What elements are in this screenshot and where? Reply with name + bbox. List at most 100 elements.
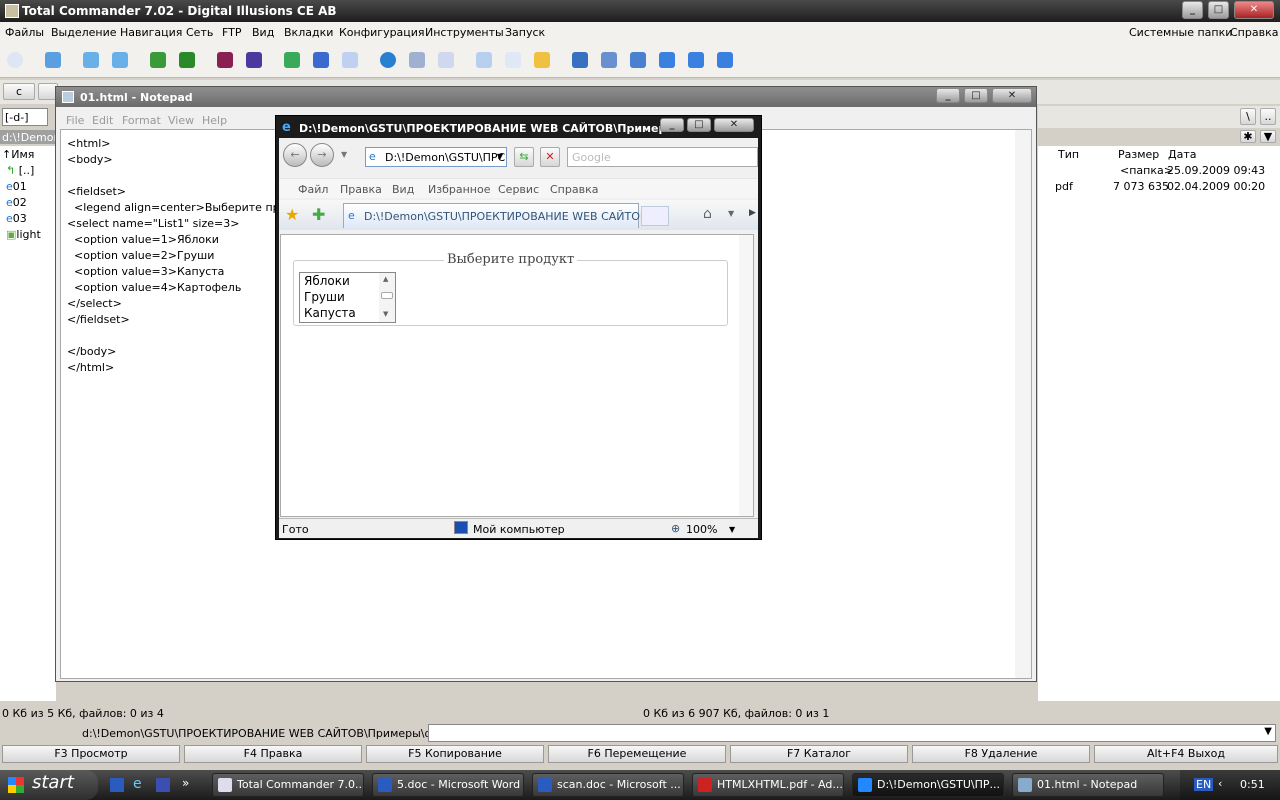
notepad-maximize-button[interactable]: □ <box>964 88 988 103</box>
task-ie[interactable]: D:\!Demon\GSTU\ПР... <box>852 773 1004 797</box>
bulb-icon[interactable] <box>7 52 23 68</box>
menu-run[interactable]: Запуск <box>505 26 545 39</box>
ie-menu-help[interactable]: Справка <box>550 183 598 196</box>
option-3[interactable]: Капуста <box>304 306 356 320</box>
file-item[interactable]: e01 <box>6 180 27 193</box>
col-size-header[interactable]: Размер <box>1118 148 1159 161</box>
menu-tools[interactable]: Инструменты <box>425 26 504 39</box>
up-button[interactable]: .. <box>1260 108 1276 125</box>
ftp-icon[interactable] <box>409 52 425 68</box>
ie-menu-edit[interactable]: Правка <box>340 183 382 196</box>
favorites-star-icon[interactable]: ★ <box>285 205 299 224</box>
menu-network[interactable]: Сеть <box>186 26 213 39</box>
f4-edit-button[interactable]: F4 Правка <box>184 745 362 763</box>
np-menu-edit[interactable]: Edit <box>92 114 113 127</box>
quicklaunch-save-icon[interactable] <box>156 778 170 792</box>
ie-close-button[interactable]: ✕ <box>714 118 754 132</box>
quicklaunch-ie-icon[interactable]: e <box>133 776 142 792</box>
np-menu-file[interactable]: File <box>66 114 84 127</box>
alt-f4-exit-button[interactable]: Alt+F4 Выход <box>1094 745 1278 763</box>
menu-system-folders[interactable]: Системные папки <box>1129 26 1232 39</box>
archive2-icon[interactable] <box>246 52 262 68</box>
scroll-thumb[interactable] <box>381 292 393 299</box>
menu-selection[interactable]: Выделение <box>51 26 117 39</box>
ie-menu-favorites[interactable]: Избранное <box>428 183 490 196</box>
ie-maximize-button[interactable]: □ <box>687 118 711 132</box>
ie-icon[interactable] <box>380 52 396 68</box>
tab-current[interactable]: e D:\!Demon\GSTU\ПРОЕКТИРОВАНИЕ WEB САЙТ… <box>343 203 662 228</box>
unpack-icon[interactable] <box>179 52 195 68</box>
back-button[interactable]: ← <box>283 143 307 167</box>
task-notepad[interactable]: 01.html - Notepad <box>1012 773 1164 797</box>
file-item[interactable]: ▣light <box>6 228 41 241</box>
quicklaunch-word-icon[interactable] <box>110 778 124 792</box>
panel4-icon[interactable] <box>659 52 675 68</box>
forward-button[interactable]: → <box>310 143 334 167</box>
ie-menu-file[interactable]: Файл <box>298 183 328 196</box>
col-name-header[interactable]: ↑Имя <box>2 148 34 161</box>
file-item[interactable]: ↰ [..] <box>6 164 34 177</box>
search-icon[interactable] <box>505 52 521 68</box>
zoom-text[interactable]: 100% <box>686 523 717 536</box>
stop-button[interactable]: ✕ <box>540 147 560 167</box>
refresh-icon[interactable] <box>45 52 61 68</box>
select-scrollbar[interactable]: ▲ ▼ <box>379 273 395 322</box>
archive-icon[interactable] <box>217 52 233 68</box>
history-dropdown-icon[interactable]: ▼ <box>341 150 347 159</box>
scroll-down-icon[interactable]: ▼ <box>383 310 388 318</box>
tray-expand-icon[interactable]: ‹ <box>1218 777 1222 790</box>
menu-help[interactable]: Справка <box>1230 26 1278 39</box>
quicklaunch-more-icon[interactable]: » <box>182 776 189 790</box>
dropdown-button[interactable]: ▼ <box>1260 130 1276 143</box>
np-menu-format[interactable]: Format <box>122 114 161 127</box>
ie-scrollbar[interactable] <box>739 235 753 516</box>
panel2-icon[interactable] <box>601 52 617 68</box>
task-pdf[interactable]: HTMLXHTML.pdf - Ad... <box>692 773 844 797</box>
zoom-dropdown-icon[interactable]: ▼ <box>729 525 735 534</box>
home-dropdown-icon[interactable]: ▼ <box>728 209 734 218</box>
list-icon[interactable] <box>438 52 454 68</box>
option-2[interactable]: Груши <box>304 290 345 304</box>
task-word-scan[interactable]: scan.doc - Microsoft ... <box>532 773 684 797</box>
panel1-icon[interactable] <box>572 52 588 68</box>
sort-icon[interactable] <box>313 52 329 68</box>
menu-ftp[interactable]: FTP <box>222 26 242 39</box>
ie-minimize-button[interactable]: _ <box>660 118 684 132</box>
np-menu-help[interactable]: Help <box>202 114 227 127</box>
notepad-scrollbar[interactable] <box>1015 130 1031 678</box>
address-bar[interactable]: e D:\!Demon\GSTU\ПРС ▼ <box>365 147 507 167</box>
drive-combo[interactable]: [-d-] <box>2 108 48 126</box>
start-button[interactable]: start <box>0 770 98 800</box>
new-tab-button[interactable] <box>641 206 669 226</box>
f7-mkdir-button[interactable]: F7 Каталог <box>730 745 908 763</box>
zoom-icon[interactable]: ⊕ <box>671 522 680 535</box>
file-item[interactable]: e02 <box>6 196 27 209</box>
f3-view-button[interactable]: F3 Просмотр <box>2 745 180 763</box>
star-button[interactable]: ✱ <box>1240 130 1256 143</box>
sync-icon[interactable] <box>284 52 300 68</box>
option-1[interactable]: Яблоки <box>304 274 350 288</box>
refresh-button[interactable]: ⇆ <box>514 147 534 167</box>
notepad-close-button[interactable]: ✕ <box>992 88 1032 103</box>
chevron-down-icon[interactable]: ▼ <box>1264 726 1272 737</box>
menu-tabs[interactable]: Вкладки <box>284 26 333 39</box>
panel6-icon[interactable] <box>717 52 733 68</box>
col-date-header[interactable]: Дата <box>1168 148 1196 161</box>
product-select[interactable]: Яблоки Груши Капуста ▲ ▼ <box>299 272 396 323</box>
close-button[interactable]: ✕ <box>1234 1 1274 19</box>
root-button[interactable]: \ <box>1240 108 1256 125</box>
f5-copy-button[interactable]: F5 Копирование <box>366 745 544 763</box>
add-favorite-icon[interactable]: ✚ <box>312 205 325 224</box>
f8-delete-button[interactable]: F8 Удаление <box>912 745 1090 763</box>
search-input[interactable]: Google <box>567 147 758 167</box>
notepad-minimize-button[interactable]: _ <box>936 88 960 103</box>
command-input[interactable]: ▼ <box>428 724 1276 742</box>
ie-menu-tools[interactable]: Сервис <box>498 183 539 196</box>
ie-menu-view[interactable]: Вид <box>392 183 414 196</box>
star-icon[interactable] <box>476 52 492 68</box>
minimize-button[interactable]: _ <box>1182 1 1203 19</box>
pack-icon[interactable] <box>150 52 166 68</box>
np-menu-view[interactable]: View <box>168 114 194 127</box>
back-icon[interactable] <box>83 52 99 68</box>
more-icon[interactable]: ▶ <box>749 208 756 218</box>
